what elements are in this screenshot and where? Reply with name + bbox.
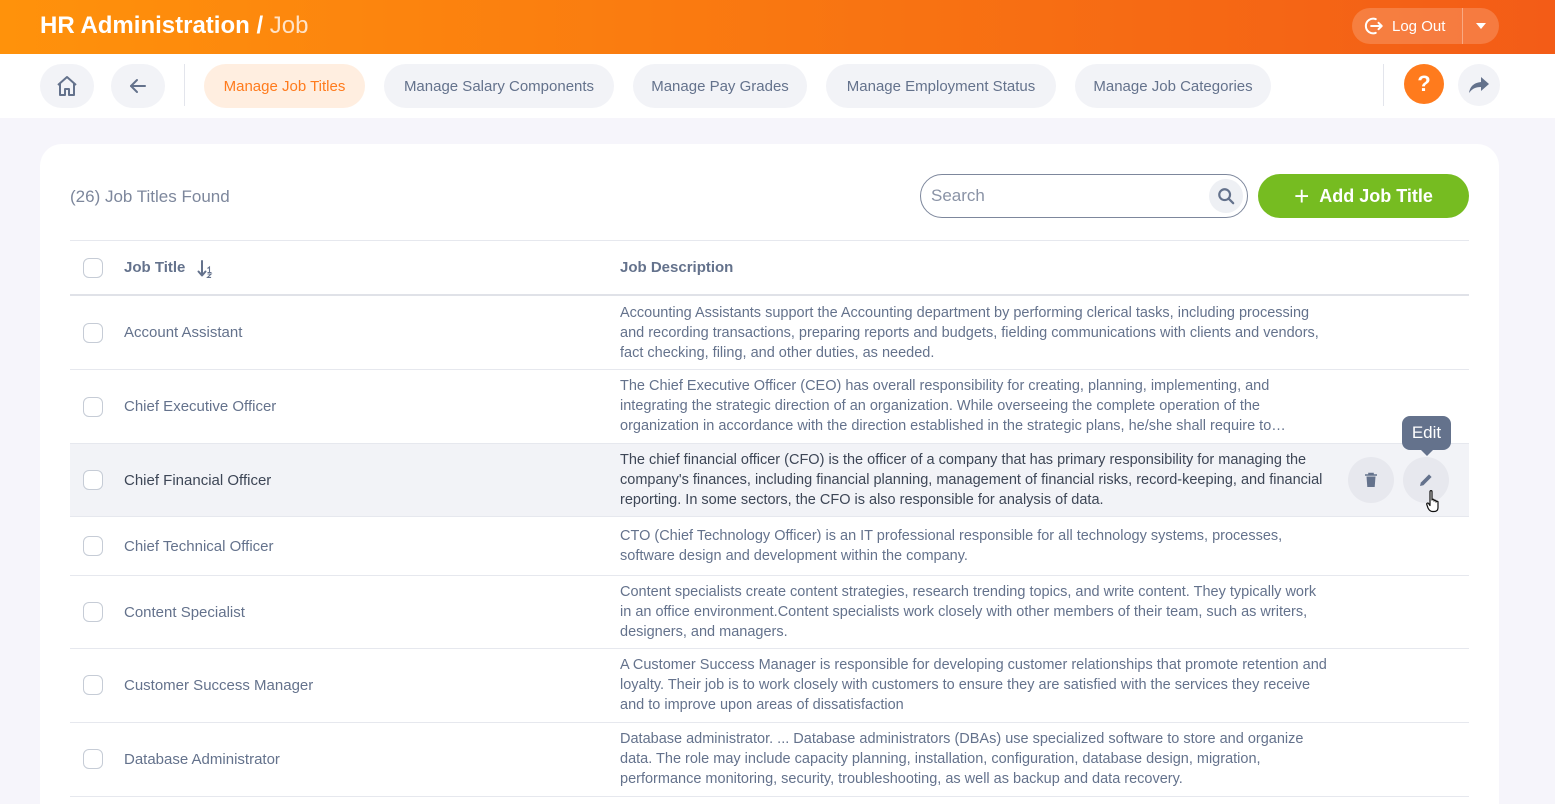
edit-tooltip: Edit: [1402, 416, 1451, 456]
job-description-cell: Accounting Assistants support the Accoun…: [620, 305, 1319, 361]
nav-divider-right: [1383, 64, 1384, 106]
job-title-cell: Account Assistant: [124, 324, 243, 341]
logout-label: Log Out: [1392, 17, 1446, 35]
table-row[interactable]: Chief Technical Officer CTO (Chief Techn…: [70, 517, 1469, 576]
tab-manage-job-titles[interactable]: Manage Job Titles: [204, 64, 365, 108]
home-button[interactable]: [40, 64, 94, 108]
search-box: [920, 174, 1248, 218]
trash-icon: [1365, 472, 1377, 487]
job-title-cell: Chief Financial Officer: [124, 472, 272, 489]
search-icon: [1218, 188, 1235, 205]
tab-manage-employment-status[interactable]: Manage Employment Status: [826, 64, 1056, 108]
arrow-left-icon: [130, 79, 146, 93]
row-checkbox[interactable]: [83, 470, 103, 490]
logout-button[interactable]: Log Out: [1352, 8, 1462, 44]
table-row[interactable]: Chief Executive Officer The Chief Execut…: [70, 370, 1469, 444]
job-title-cell: Content Specialist: [124, 604, 245, 621]
row-checkbox[interactable]: [83, 397, 103, 417]
table-row[interactable]: Database Administrator Database administ…: [70, 723, 1469, 797]
title-separator: /: [256, 12, 264, 39]
help-icon: ?: [1417, 71, 1431, 96]
module-title: HR Administration: [40, 12, 250, 39]
caret-down-icon: [1476, 23, 1486, 29]
row-checkbox[interactable]: [83, 749, 103, 769]
share-button[interactable]: [1458, 64, 1500, 106]
results-count: (26) Job Titles Found: [70, 187, 230, 206]
job-title-header-label: Job Title: [124, 259, 186, 276]
job-title-cell: Customer Success Manager: [124, 677, 314, 694]
top-header: HR Administration / Job Log Out: [0, 0, 1555, 54]
module-subtitle: Job: [269, 12, 309, 39]
nav-divider: [184, 64, 185, 106]
search-input[interactable]: [921, 186, 1201, 206]
back-button[interactable]: [111, 64, 165, 108]
tab-manage-pay-grades[interactable]: Manage Pay Grades: [633, 64, 807, 108]
table-row[interactable]: Content Specialist Content specialists c…: [70, 576, 1469, 649]
job-description-cell: Content specialists create content strat…: [620, 584, 1317, 640]
table-row[interactable]: Customer Success Manager A Customer Succ…: [70, 649, 1469, 723]
logout-icon: [1364, 17, 1383, 35]
table-header: Job Title Job Description: [70, 240, 1469, 296]
page-title: HR Administration / Job: [40, 12, 309, 40]
pencil-icon: [1420, 474, 1432, 486]
tab-manage-job-categories[interactable]: Manage Job Categories: [1075, 64, 1271, 108]
job-title-cell: Chief Technical Officer: [124, 538, 274, 555]
job-title-cell: Chief Executive Officer: [124, 398, 277, 415]
delete-button[interactable]: [1348, 457, 1394, 503]
secondary-nav: Manage Job Titles Manage Salary Componen…: [0, 54, 1555, 118]
logout-button-group: Log Out: [1352, 8, 1499, 44]
plus-icon: +: [1294, 181, 1310, 211]
add-job-title-label: Add Job Title: [1319, 185, 1433, 206]
job-titles-card: (26) Job Titles Found + Add Job Title Jo…: [40, 144, 1499, 804]
column-header-job-description: Job Description: [620, 259, 734, 276]
share-arrow-icon: [1469, 77, 1489, 93]
tab-manage-salary-components[interactable]: Manage Salary Components: [384, 64, 614, 108]
sort-ascending-icon[interactable]: [197, 260, 213, 278]
job-description-cell: The Chief Executive Officer (CEO) has ov…: [620, 378, 1286, 434]
job-description-cell: A Customer Success Manager is responsibl…: [620, 657, 1327, 713]
table-row[interactable]: Chief Financial Officer The chief financ…: [70, 444, 1469, 517]
hand-pointer-cursor-icon: [1426, 490, 1439, 513]
row-checkbox[interactable]: [83, 602, 103, 622]
row-checkbox[interactable]: [83, 536, 103, 556]
select-all-checkbox[interactable]: [83, 258, 103, 278]
help-button[interactable]: ?: [1404, 64, 1444, 104]
add-job-title-button[interactable]: + Add Job Title: [1258, 174, 1469, 218]
row-checkbox[interactable]: [83, 323, 103, 343]
table-row[interactable]: Account Assistant Accounting Assistants …: [70, 296, 1469, 370]
home-icon: [57, 76, 77, 96]
job-description-cell: CTO (Chief Technology Officer) is an IT …: [620, 528, 1283, 564]
row-checkbox[interactable]: [83, 675, 103, 695]
job-title-cell: Database Administrator: [124, 751, 280, 768]
logout-dropdown-toggle[interactable]: [1463, 22, 1499, 30]
job-description-cell: The chief financial officer (CFO) is the…: [620, 452, 1323, 508]
column-header-job-title[interactable]: Job Title: [124, 259, 185, 276]
job-description-cell: Database administrator. ... Database adm…: [620, 731, 1304, 787]
search-button[interactable]: [1209, 179, 1243, 213]
